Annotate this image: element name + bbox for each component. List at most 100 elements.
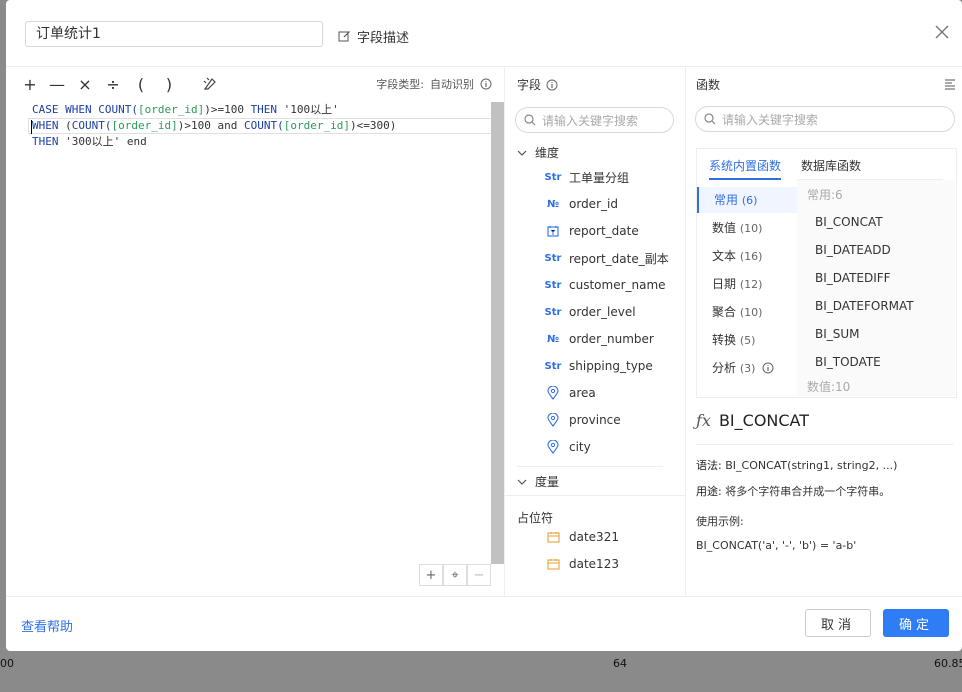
format-icon[interactable] (200, 74, 220, 94)
field-item[interactable]: Str report_date_副本 (545, 249, 669, 267)
cancel-button[interactable]: 取消 (805, 609, 871, 637)
tab-database-functions[interactable]: 数据库函数 (801, 157, 861, 174)
calendar-icon (545, 558, 561, 570)
fields-title: 字段 (517, 76, 558, 93)
function-group-numeric: 数值:10 (807, 380, 851, 394)
bg-value-right: 60.85 (934, 657, 962, 670)
bg-value-left: 00 (0, 657, 14, 670)
plus-button[interactable]: + (20, 74, 40, 94)
category-analysis[interactable]: 分析 (3) (697, 355, 797, 381)
placeholder-group-header: 占位符 (517, 511, 554, 525)
function-syntax: 语法: BI_CONCAT(string1, string2, ...) (696, 459, 898, 472)
field-type-label: 字段类型: (376, 78, 424, 91)
field-item[interactable]: № order_id (545, 195, 618, 213)
edit-icon (338, 31, 350, 42)
close-icon[interactable] (934, 24, 950, 40)
field-item[interactable]: province (545, 411, 621, 429)
function-item[interactable]: BI_SUM (815, 327, 860, 341)
divider (505, 495, 685, 496)
string-icon: Str (544, 279, 562, 291)
field-name-input[interactable] (25, 21, 323, 47)
function-example-label: 使用示例: (696, 515, 744, 528)
help-link[interactable]: 查看帮助 (21, 616, 73, 635)
search-icon (704, 113, 716, 125)
fields-search-placeholder: 请输入关键字搜索 (542, 113, 639, 128)
location-pin-icon (545, 440, 561, 454)
info-icon (546, 79, 558, 90)
function-detail-title: ƒx BI_CONCAT (696, 411, 810, 430)
number-icon: № (546, 333, 560, 345)
calculated-field-dialog: 字段描述 + — × ÷ ( ) 字段类型: 自动识别 CASE WHEN CO… (6, 0, 962, 651)
info-icon (480, 78, 492, 90)
function-example-value: BI_CONCAT('a', '-', 'b') = 'a-b' (696, 539, 857, 552)
close-paren-button[interactable]: ) (159, 74, 179, 94)
function-item[interactable]: BI_CONCAT (815, 215, 883, 229)
formula-toolbar: + — × ÷ ( ) 字段类型: 自动识别 (6, 66, 504, 102)
divider (696, 444, 954, 445)
location-pin-icon (545, 413, 561, 427)
field-item[interactable]: Str shipping_type (545, 357, 653, 375)
category-date[interactable]: 日期 (12) (697, 271, 797, 297)
dimension-group-header[interactable]: 维度 (517, 144, 559, 161)
ok-button[interactable]: 确定 (883, 609, 949, 637)
zoom-in-button[interactable]: + (419, 564, 443, 586)
zoom-out-button[interactable]: − (467, 564, 491, 586)
field-item[interactable]: № order_number (545, 330, 654, 348)
measure-group-header[interactable]: 度量 (517, 473, 559, 490)
formula-editor[interactable]: CASE WHEN COUNT([order_id])>=100 THEN '1… (6, 102, 504, 564)
divide-button[interactable]: ÷ (103, 74, 123, 94)
code-line-3: THEN '300以上' end (32, 135, 147, 148)
minus-button[interactable]: — (47, 74, 67, 94)
function-usage: 用途: 将多个字符串合并成一个字符串。 (696, 485, 891, 498)
code-line-1: CASE WHEN COUNT([order_id])>=100 THEN '1… (32, 103, 339, 116)
dialog-footer: 查看帮助 取消 确定 (6, 596, 962, 651)
open-paren-button[interactable]: ( (131, 74, 151, 94)
field-description-label: 字段描述 (357, 31, 410, 46)
code-line-2: WHEN (COUNT([order_id])>100 and COUNT([o… (32, 119, 397, 132)
function-item[interactable]: BI_TODATE (815, 355, 881, 369)
locate-icon[interactable]: ⌖ (443, 564, 467, 586)
calendar-icon (545, 531, 561, 543)
fx-icon: ƒx (696, 411, 711, 430)
category-aggregate[interactable]: 聚合 (10) (697, 299, 797, 325)
function-item[interactable]: BI_DATEADD (815, 243, 891, 257)
field-item[interactable]: city (545, 438, 591, 456)
placeholder-item[interactable]: date321 (545, 528, 619, 546)
function-item[interactable]: BI_DATEFORMAT (815, 299, 914, 313)
multiply-button[interactable]: × (75, 74, 95, 94)
functions-search-placeholder: 请输入关键字搜索 (722, 112, 819, 127)
placeholder-item[interactable]: date123 (545, 555, 619, 573)
field-type-selector[interactable]: 字段类型: 自动识别 (376, 76, 492, 92)
info-icon (762, 362, 774, 374)
string-icon: Str (544, 171, 562, 183)
functions-title: 函数 (696, 78, 721, 92)
divider (517, 466, 663, 467)
field-type-value: 自动识别 (430, 78, 474, 91)
field-item[interactable]: report_date (545, 222, 639, 240)
category-text[interactable]: 文本 (16) (697, 243, 797, 269)
string-icon: Str (544, 360, 562, 372)
category-numeric[interactable]: 数值 (10) (697, 215, 797, 241)
function-group-common: 常用:6 (807, 188, 843, 202)
string-icon: Str (544, 306, 562, 318)
field-item[interactable]: Str 工单量分组 (545, 168, 629, 186)
tab-builtin-functions[interactable]: 系统内置函数 (709, 157, 782, 180)
field-item[interactable]: area (545, 384, 596, 402)
field-item[interactable]: Str order_level (545, 303, 636, 321)
search-icon (524, 114, 536, 126)
list-menu-icon[interactable] (944, 78, 956, 90)
date-icon (545, 225, 561, 237)
functions-search-input[interactable]: 请输入关键字搜索 (695, 106, 955, 132)
category-common[interactable]: 常用 (6) (697, 187, 797, 213)
fields-search-input[interactable]: 请输入关键字搜索 (515, 107, 674, 133)
dialog-header: 字段描述 (6, 0, 962, 67)
editor-zoom-tools: + ⌖ − (419, 564, 491, 586)
field-description-button[interactable]: 字段描述 (338, 27, 409, 46)
chevron-down-icon (517, 150, 527, 156)
editor-scrollbar[interactable] (491, 102, 504, 564)
function-item[interactable]: BI_DATEDIFF (815, 271, 891, 285)
function-browser: 系统内置函数 数据库函数 常用 (6) 数值 (10) 文本 (16) 日期 (… (696, 148, 957, 398)
category-convert[interactable]: 转换 (5) (697, 327, 797, 353)
field-item[interactable]: Str customer_name (545, 276, 666, 294)
functions-panel: 函数 请输入关键字搜索 系统内置函数 数据库函数 常用 (6) 数值 (10) … (686, 66, 962, 596)
